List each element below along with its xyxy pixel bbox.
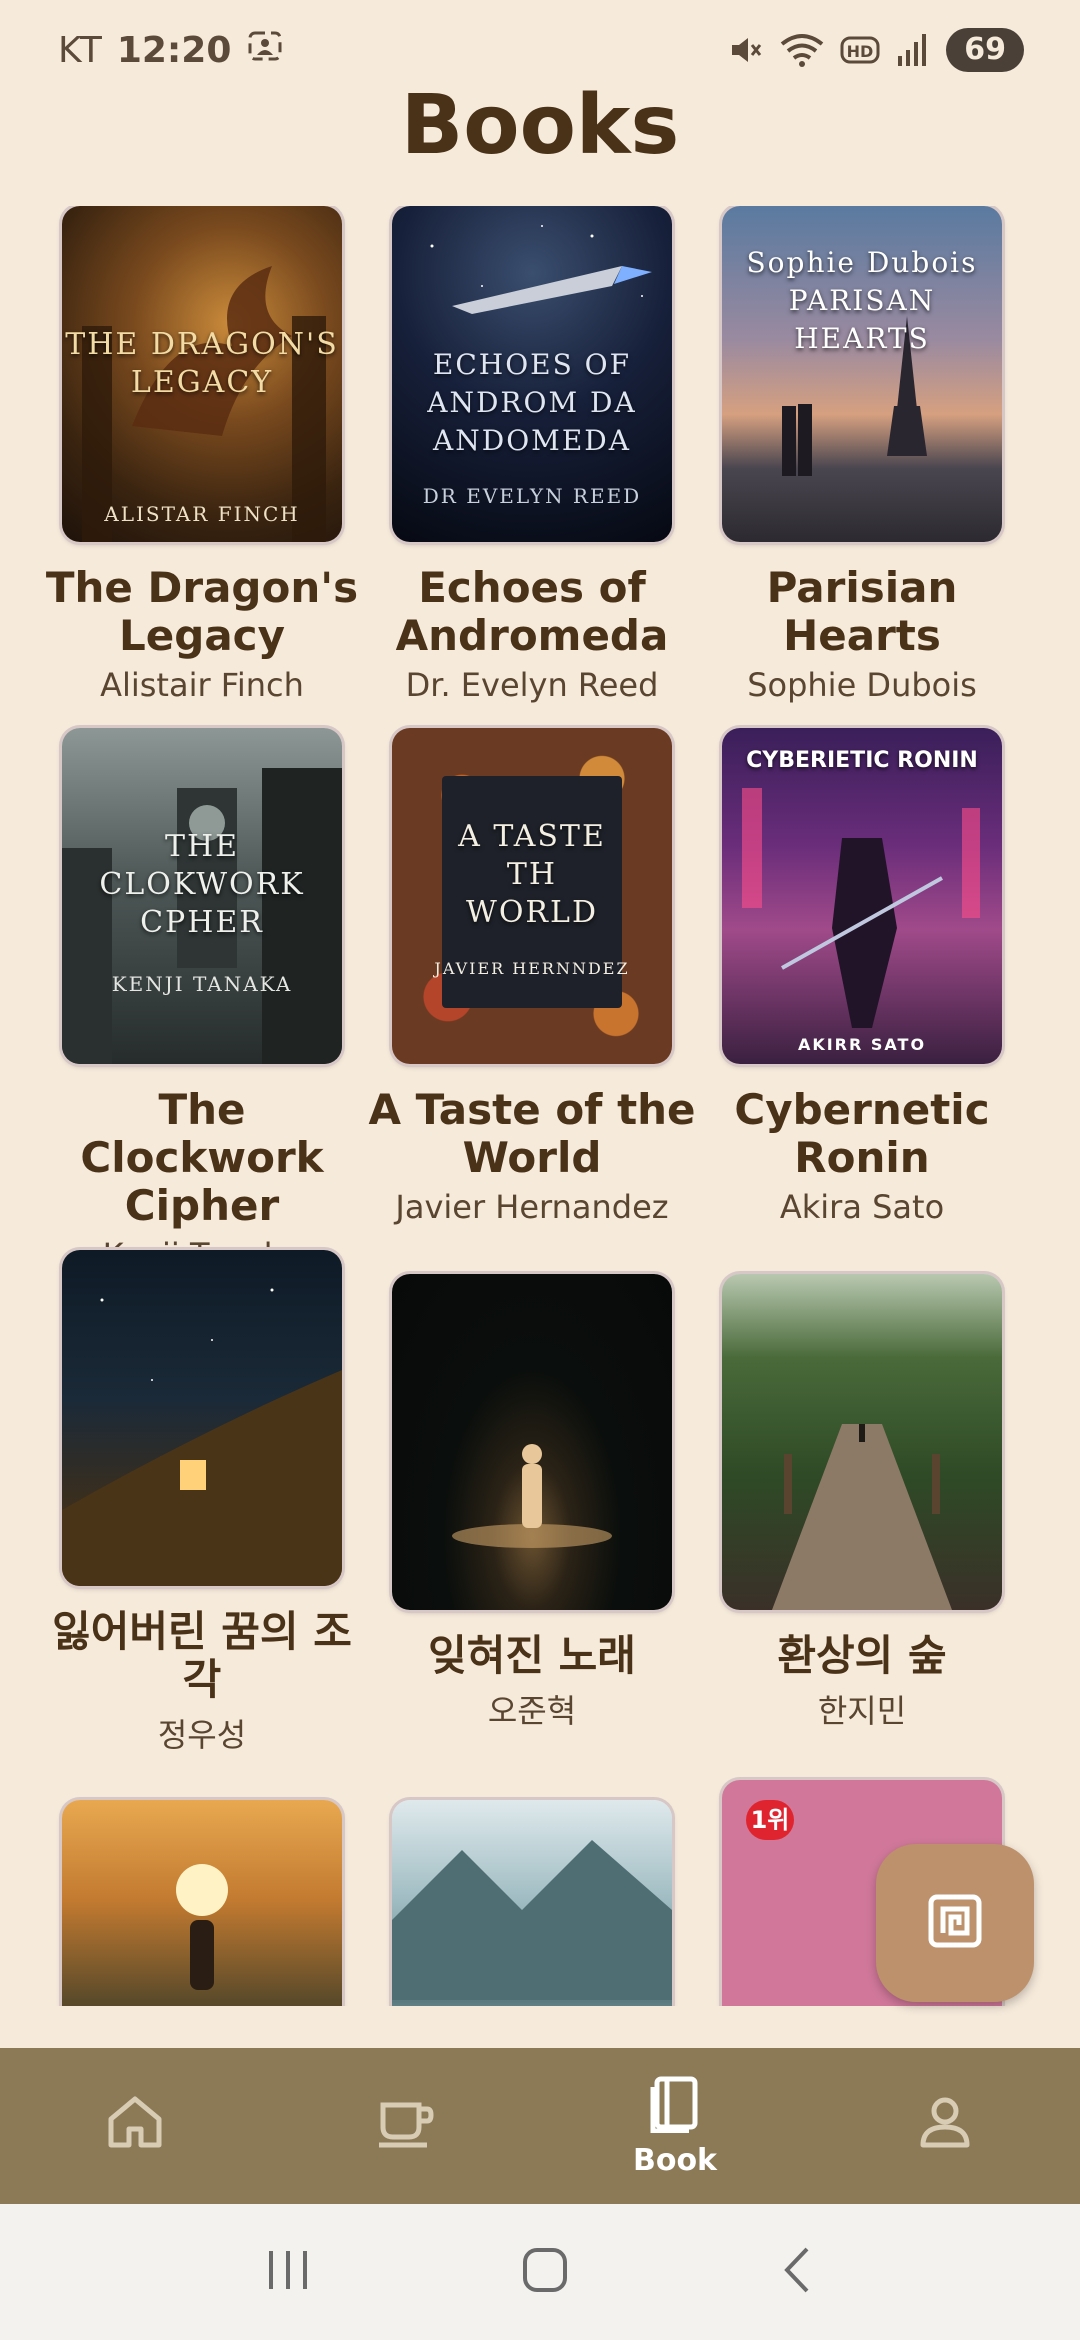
- book-cover[interactable]: CYBERIETIC RONIN AKIRR SATO: [722, 728, 1002, 1064]
- book-author: 한지민: [817, 1692, 907, 1730]
- status-left: KT 12:20: [58, 26, 285, 75]
- book-title: A Taste of the World: [368, 1085, 696, 1182]
- home-button[interactable]: [520, 2245, 570, 2299]
- cover-title: THE CLOKWORK CPHER: [99, 829, 305, 940]
- back-button[interactable]: [777, 2245, 817, 2299]
- system-nav-bar: [0, 2204, 1080, 2340]
- cover-author: ALISTAR FINCH: [104, 502, 300, 526]
- book-cover[interactable]: [722, 1274, 1002, 1610]
- book-title: The Dragon's Legacy: [45, 563, 359, 660]
- sunset-illustration: [176, 1864, 228, 1990]
- bottom-nav: Book: [0, 2048, 1080, 2204]
- mountain-illustration: [392, 1840, 672, 2000]
- home-icon: [105, 2093, 165, 2153]
- cover-title: THE DRAGON'S LEGACY: [65, 327, 339, 400]
- clock: 12:20: [116, 29, 232, 71]
- night-sky-illustration: [62, 1288, 342, 1586]
- spiral-square-icon: [925, 1891, 985, 1955]
- book-title: 환상의 숲: [777, 1631, 947, 1680]
- cover-title: Sophie Dubois PARISAN HEARTS: [746, 246, 978, 355]
- rank-badge: 1위: [746, 1800, 794, 1840]
- book-title: Parisian Hearts: [766, 563, 958, 660]
- figure-illustration: [452, 1444, 612, 1548]
- book-cover[interactable]: THE CLOKWORK CPHER KENJI TANAKA: [62, 728, 342, 1064]
- fab-button[interactable]: [876, 1844, 1034, 2002]
- book-cover[interactable]: THE DRAGON'S LEGACY ALISTAR FINCH: [62, 206, 342, 542]
- book-title: 잃어버린 꿈의 조각: [52, 1607, 352, 1704]
- nav-item-home[interactable]: [35, 2048, 235, 2204]
- books-grid[interactable]: THE DRAGON'S LEGACY ALISTAR FINCH The Dr…: [0, 206, 1080, 2006]
- cover-title: A TASTE TH WORLD: [458, 819, 606, 930]
- book-author: 정우성: [157, 1716, 247, 1754]
- person-icon: [917, 2093, 973, 2153]
- book-title: 잊혀진 노래: [428, 1631, 636, 1680]
- recent-apps-button[interactable]: [263, 2247, 313, 2297]
- nav-label-book: Book: [632, 2142, 718, 2178]
- book-card[interactable]: 잃어버린 꿈의 조각 정우성: [37, 1250, 367, 1756]
- book-card[interactable]: THE CLOKWORK CPHER KENJI TANAKA The Cloc…: [37, 728, 367, 1274]
- book-title: Echoes of Andromeda: [395, 563, 669, 660]
- book-title: Cybernetic Ronin: [734, 1085, 990, 1182]
- book-author: Akira Sato: [779, 1188, 945, 1226]
- nav-item-profile[interactable]: [845, 2048, 1045, 2204]
- nav-item-book[interactable]: Book: [575, 2048, 775, 2204]
- book-card[interactable]: A TASTE TH WORLD JAVIER HERNNDEZ A Taste…: [367, 728, 697, 1226]
- cover-author: KENJI TANAKA: [111, 972, 293, 996]
- book-cover[interactable]: [62, 1800, 342, 2006]
- book-author: Dr. Evelyn Reed: [405, 666, 659, 704]
- cover-author: JAVIER HERNNDEZ: [434, 959, 630, 978]
- battery-indicator: 69: [946, 28, 1024, 72]
- book-author: Sophie Dubois: [747, 666, 977, 704]
- forest-path-illustration: [772, 1424, 952, 1610]
- book-card[interactable]: [37, 1800, 367, 2006]
- book-card[interactable]: THE DRAGON'S LEGACY ALISTAR FINCH The Dr…: [37, 206, 367, 704]
- book-card[interactable]: 잊혀진 노래 오준혁: [367, 1274, 697, 1732]
- book-cover[interactable]: ECHOES OF ANDROM DA ANDOMEDA DR EVELYN R…: [392, 206, 672, 542]
- book-cover[interactable]: [392, 1800, 672, 2006]
- cover-author: DR EVELYN REED: [422, 484, 642, 508]
- svg-text:HD: HD: [847, 42, 874, 61]
- nav-item-cafe[interactable]: [305, 2048, 505, 2204]
- book-card[interactable]: ECHOES OF ANDROM DA ANDOMEDA DR EVELYN R…: [367, 206, 697, 704]
- book-card[interactable]: Sophie Dubois PARISAN HEARTS Parisian He…: [697, 206, 1027, 704]
- status-right: HD 69: [728, 28, 1024, 72]
- book-author: 오준혁: [487, 1692, 577, 1730]
- cover-title: CYBERIETIC RONIN: [746, 748, 978, 773]
- book-cover[interactable]: [392, 1274, 672, 1610]
- page-title: Books: [400, 78, 680, 173]
- book-icon: [649, 2075, 701, 2137]
- book-author: Alistair Finch: [100, 666, 304, 704]
- book-card[interactable]: [367, 1800, 697, 2006]
- book-cover[interactable]: A TASTE TH WORLD JAVIER HERNNDEZ: [392, 728, 672, 1064]
- coffee-cup-icon: [375, 2093, 435, 2153]
- signal-icon: [896, 32, 930, 68]
- book-cover[interactable]: Sophie Dubois PARISAN HEARTS: [722, 206, 1002, 542]
- book-title: The Clockwork Cipher: [80, 1085, 324, 1230]
- book-cover[interactable]: [62, 1250, 342, 1586]
- book-card[interactable]: CYBERIETIC RONIN AKIRR SATO Cybernetic R…: [697, 728, 1027, 1226]
- hd-icon: HD: [840, 32, 880, 68]
- cover-title: ECHOES OF ANDROM DA ANDOMEDA: [427, 348, 637, 457]
- cover-author: AKIRR SATO: [797, 1035, 927, 1054]
- carrier-label: KT: [58, 29, 103, 71]
- screenshot-icon: [245, 26, 285, 75]
- mute-icon: [728, 32, 764, 68]
- book-card[interactable]: 환상의 숲 한지민: [697, 1274, 1027, 1732]
- book-author: Javier Hernandez: [395, 1188, 669, 1226]
- wifi-icon: [780, 32, 824, 68]
